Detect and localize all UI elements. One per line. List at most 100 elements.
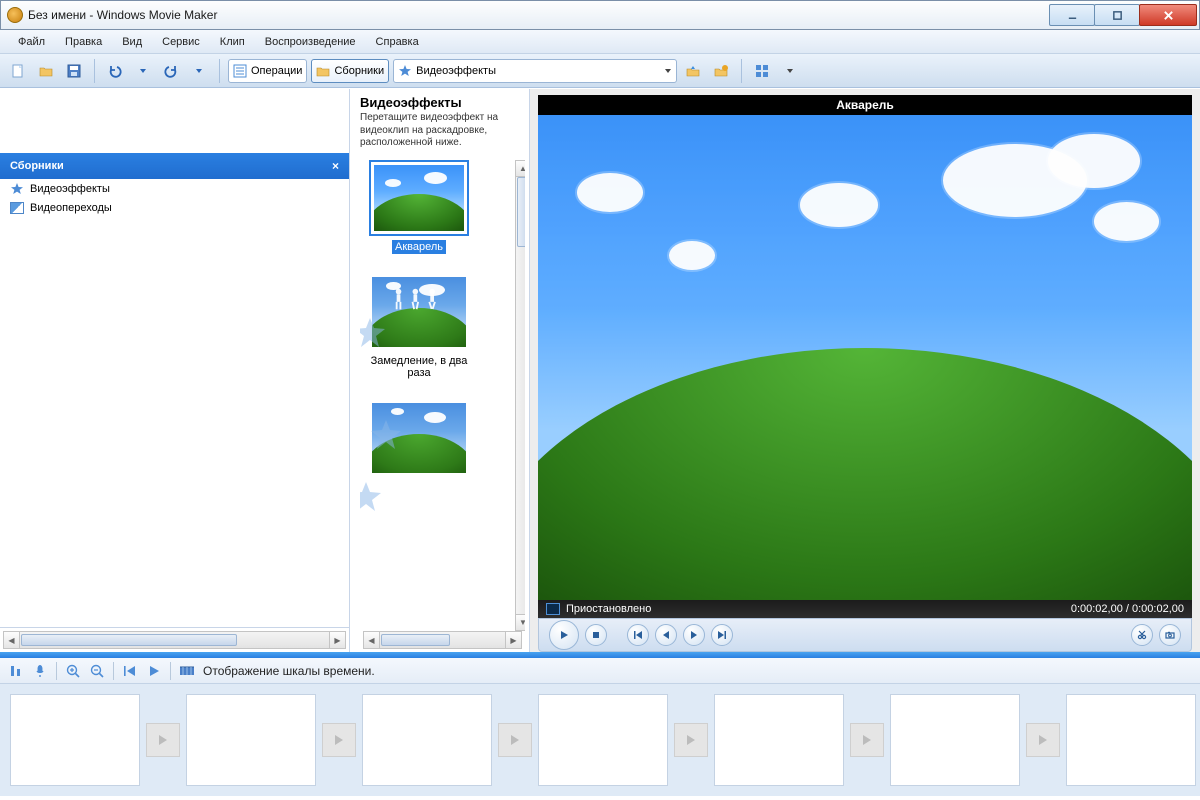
scroll-right-icon[interactable]: ▶ (329, 632, 345, 648)
effects-dropdown[interactable]: Видеоэффекты (393, 59, 677, 83)
transition-icon (10, 202, 24, 214)
scroll-right-icon[interactable]: ▶ (505, 632, 521, 648)
scroll-left-icon[interactable]: ◀ (4, 632, 20, 648)
prev-clip-button[interactable] (627, 624, 649, 646)
sidebar-title: Сборники (10, 160, 64, 172)
player-controls (538, 618, 1192, 652)
toolbar-sep (741, 59, 742, 83)
effects-dropdown-label: Видеоэффекты (416, 65, 496, 77)
show-timeline-icon[interactable] (179, 663, 195, 679)
scroll-thumb[interactable] (21, 634, 237, 646)
sidebar-title-bar: Сборники × (0, 153, 349, 179)
storyboard-transition[interactable] (1026, 723, 1060, 757)
storyboard-transition[interactable] (498, 723, 532, 757)
fullscreen-icon[interactable] (546, 603, 560, 615)
storyboard-clip[interactable] (538, 694, 668, 786)
storyboard-clip[interactable] (362, 694, 492, 786)
preview-canvas (538, 115, 1192, 600)
next-frame-button[interactable] (683, 624, 705, 646)
sidebar-item-label: Видеоэффекты (30, 183, 110, 195)
effects-list: ▲ ▼ Акварель (360, 160, 525, 632)
effect-item-watercolor[interactable]: Акварель (360, 160, 478, 254)
titlebar: Без имени - Windows Movie Maker (0, 0, 1200, 30)
window-title: Без имени - Windows Movie Maker (28, 8, 1050, 22)
snapshot-button[interactable] (1159, 624, 1181, 646)
menu-edit[interactable]: Правка (55, 32, 112, 52)
next-clip-button[interactable] (711, 624, 733, 646)
menubar: Файл Правка Вид Сервис Клип Воспроизведе… (0, 30, 1200, 54)
view-button[interactable] (750, 59, 774, 83)
decor-stars (360, 310, 402, 520)
new-button[interactable] (6, 59, 30, 83)
menu-view[interactable]: Вид (112, 32, 152, 52)
menu-file[interactable]: Файл (8, 32, 55, 52)
storyboard-transition[interactable] (146, 723, 180, 757)
prev-frame-button[interactable] (655, 624, 677, 646)
split-button[interactable] (1131, 624, 1153, 646)
scroll-left-icon[interactable]: ◀ (364, 632, 380, 648)
collections-label: Сборники (334, 65, 384, 77)
effects-title: Видеоэффекты (360, 95, 525, 110)
storyboard-clip[interactable] (1066, 694, 1196, 786)
menu-tools[interactable]: Сервис (152, 32, 210, 52)
preview-panel: Акварель Приостановлено 0:00:02,00 / 0:0… (530, 89, 1200, 652)
play-button[interactable] (549, 620, 579, 650)
toolbar-sep (94, 59, 95, 83)
minimize-button[interactable] (1049, 4, 1095, 26)
up-folder-button[interactable] (681, 59, 705, 83)
stop-button[interactable] (585, 624, 607, 646)
new-folder-button[interactable] (709, 59, 733, 83)
rewind-icon[interactable] (122, 663, 138, 679)
sidebar-item-video-transitions[interactable]: Видеопереходы (0, 199, 349, 217)
storyboard-clip[interactable] (714, 694, 844, 786)
storyboard-transition[interactable] (322, 723, 356, 757)
storyboard-transition[interactable] (850, 723, 884, 757)
timeline-label: Отображение шкалы времени. (203, 664, 375, 678)
menu-help[interactable]: Справка (366, 32, 429, 52)
sidebar-item-video-effects[interactable]: Видеоэффекты (0, 179, 349, 199)
left-scrollbar[interactable]: ◀ ▶ (3, 631, 346, 649)
scroll-up-icon[interactable]: ▲ (516, 161, 525, 177)
scroll-thumb[interactable] (381, 634, 450, 646)
undo-dropdown[interactable] (131, 59, 155, 83)
sidebar-close-icon[interactable]: × (332, 159, 339, 173)
storyboard (0, 684, 1200, 796)
menu-playback[interactable]: Воспроизведение (255, 32, 366, 52)
menu-clip[interactable]: Клип (210, 32, 255, 52)
undo-button[interactable] (103, 59, 127, 83)
mid-h-scrollbar[interactable]: ◀ ▶ (363, 631, 522, 649)
save-button[interactable] (62, 59, 86, 83)
close-button[interactable] (1139, 4, 1197, 26)
playback-time: 0:00:02,00 / 0:00:02,00 (1071, 603, 1184, 615)
scroll-down-icon[interactable]: ▼ (516, 614, 525, 630)
storyboard-clip[interactable] (890, 694, 1020, 786)
zoom-out-icon[interactable] (89, 663, 105, 679)
zoom-in-icon[interactable] (65, 663, 81, 679)
operations-button[interactable]: Операции (228, 59, 307, 83)
storyboard-clip[interactable] (10, 694, 140, 786)
effect-thumb (369, 160, 469, 236)
maximize-button[interactable] (1094, 4, 1140, 26)
audio-levels-icon[interactable] (8, 663, 24, 679)
scroll-thumb[interactable] (517, 177, 525, 247)
toolbar: Операции Сборники Видеоэффекты (0, 54, 1200, 88)
operations-label: Операции (251, 65, 302, 77)
redo-button[interactable] (159, 59, 183, 83)
preview-status-bar: Приостановлено 0:00:02,00 / 0:00:02,00 (538, 600, 1192, 618)
toolbar-sep (219, 59, 220, 83)
storyboard-transition[interactable] (674, 723, 708, 757)
star-icon (10, 182, 24, 196)
window-buttons (1050, 4, 1197, 26)
open-button[interactable] (34, 59, 58, 83)
app-icon (7, 7, 23, 23)
effects-desc: Перетащите видеоэффект на видеоклип на р… (360, 112, 525, 150)
timeline-toolbar: Отображение шкалы времени. (0, 658, 1200, 684)
collections-button[interactable]: Сборники (311, 59, 389, 83)
redo-dropdown[interactable] (187, 59, 211, 83)
view-dropdown[interactable] (778, 59, 802, 83)
effects-scrollbar[interactable]: ▲ ▼ (515, 160, 525, 632)
left-spacer (0, 89, 349, 153)
storyboard-clip[interactable] (186, 694, 316, 786)
play-timeline-icon[interactable] (146, 663, 162, 679)
narrate-icon[interactable] (32, 663, 48, 679)
